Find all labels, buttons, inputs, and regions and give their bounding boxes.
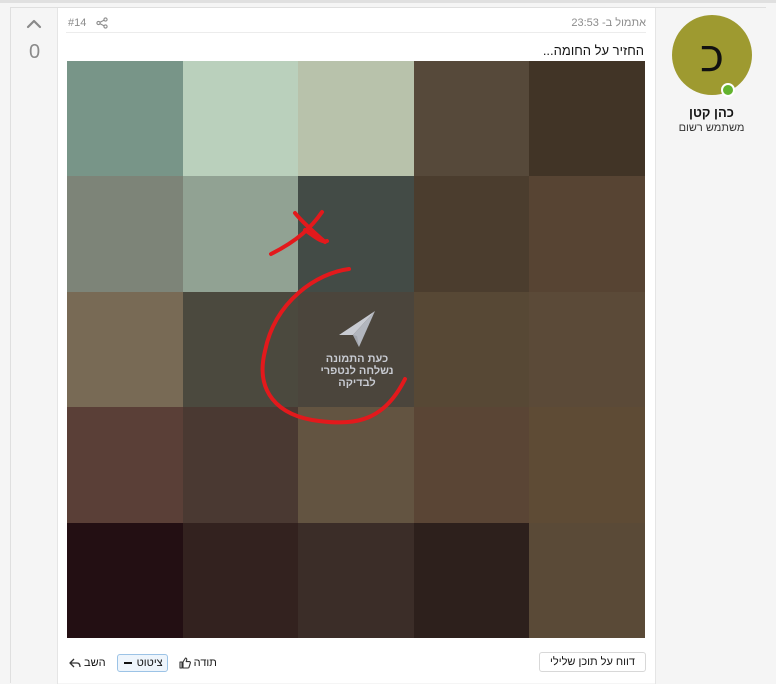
image-tile	[413, 522, 530, 638]
image-tile	[298, 176, 414, 292]
blocked-image[interactable]: כעת התמונה נשלחה לנטפרי לבדיקה	[67, 61, 645, 638]
user-title: משתמש רשום	[678, 122, 745, 134]
image-tile	[298, 61, 414, 177]
image-tile	[182, 291, 299, 408]
image-tile	[413, 61, 530, 177]
image-tile	[413, 291, 530, 408]
reply-icon	[69, 658, 81, 668]
paper-plane-icon	[339, 311, 375, 347]
post-footer: דווח על תוכן שלילי השב ציטוט תודה	[66, 651, 646, 675]
image-tile	[67, 176, 183, 292]
image-tile	[529, 291, 645, 408]
forum-post: 0 אתמול ב- 23:53 #14 החזיר על החומה... כ…	[10, 7, 766, 684]
image-tile	[298, 407, 414, 523]
quote-label: ציטוט	[136, 657, 163, 669]
vote-count: 0	[28, 41, 41, 63]
overlay-line: נשלחה לנטפרי	[320, 365, 394, 377]
top-divider	[0, 0, 776, 3]
image-tile	[413, 407, 530, 523]
user-column: כ כהן קטן משתמש רשום	[655, 8, 766, 684]
image-tile	[182, 61, 299, 177]
vote-column: 0	[11, 8, 58, 684]
quote-icon	[123, 662, 132, 664]
avatar[interactable]: כ	[672, 15, 752, 95]
post-main: אתמול ב- 23:53 #14 החזיר על החומה... כעת…	[66, 8, 646, 684]
image-tile	[529, 176, 645, 292]
username[interactable]: כהן קטן	[656, 105, 767, 120]
online-status-icon	[721, 83, 735, 97]
reply-label: השב	[84, 657, 106, 669]
image-tile	[67, 291, 183, 408]
post-date[interactable]: אתמול ב- 23:53	[571, 17, 646, 29]
like-button[interactable]: תודה	[176, 655, 220, 671]
image-tile	[529, 522, 645, 638]
overlay-line: לבדיקה	[338, 377, 376, 389]
share-icon[interactable]	[96, 17, 108, 29]
like-label: תודה	[193, 657, 217, 669]
image-tile	[182, 522, 299, 638]
image-tile	[67, 61, 183, 177]
quote-button[interactable]: ציטוט	[116, 654, 168, 672]
image-tile	[413, 176, 530, 292]
report-button[interactable]: דווח על תוכן שלילי	[539, 652, 646, 672]
thumbs-up-icon	[179, 657, 191, 669]
image-tile	[67, 407, 183, 523]
image-tile	[67, 522, 183, 638]
reply-button[interactable]: השב	[66, 655, 109, 671]
post-meta: אתמול ב- 23:53 #14	[66, 15, 646, 33]
image-tile	[182, 176, 299, 292]
image-tile	[298, 522, 414, 638]
netfree-overlay: כעת התמונה נשלחה לנטפרי לבדיקה	[307, 309, 407, 389]
image-tile	[529, 407, 645, 523]
image-tile	[529, 61, 645, 177]
post-actions: השב ציטוט תודה	[66, 652, 220, 674]
post-text: החזיר על החומה...	[542, 43, 644, 58]
overlay-line: כעת התמונה	[325, 353, 389, 365]
post-number[interactable]: #14	[68, 17, 86, 29]
image-tile	[182, 407, 299, 523]
chevron-up-icon[interactable]	[24, 15, 44, 33]
